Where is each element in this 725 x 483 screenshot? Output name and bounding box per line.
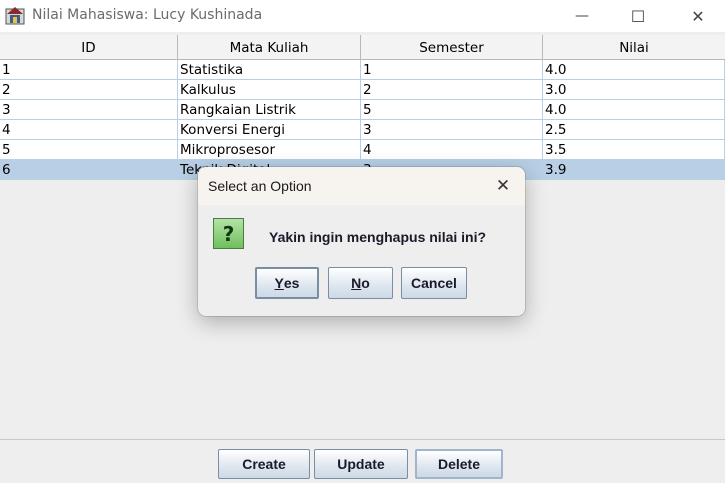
cell-id[interactable]: 4 (0, 120, 178, 139)
grades-table: ID Mata Kuliah Semester Nilai 1 Statisti… (0, 35, 725, 180)
column-header-nilai[interactable]: Nilai (543, 35, 725, 59)
cancel-button[interactable]: Cancel (401, 267, 467, 299)
cell-grade[interactable]: 3.5 (543, 140, 725, 159)
question-icon: ? (213, 218, 244, 249)
close-window-button[interactable]: ✕ (675, 0, 721, 32)
dialog-title: Select an Option (208, 178, 312, 194)
column-header-mata-kuliah[interactable]: Mata Kuliah (178, 35, 361, 59)
cell-id[interactable]: 2 (0, 80, 178, 99)
cell-semester[interactable]: 1 (361, 60, 543, 79)
cell-grade[interactable]: 3.9 (543, 160, 725, 179)
yes-button[interactable]: Yes (255, 267, 319, 299)
no-mnemonic: N (351, 275, 362, 291)
cell-course[interactable]: Rangkaian Listrik (178, 100, 361, 119)
table-row[interactable]: 3 Rangkaian Listrik 5 4.0 (0, 100, 725, 120)
table-row[interactable]: 2 Kalkulus 2 3.0 (0, 80, 725, 100)
close-icon: ✕ (495, 176, 511, 196)
title-bar: Nilai Mahasiswa: Lucy Kushinada — ☐ ✕ (0, 0, 725, 32)
no-label: o (361, 275, 370, 291)
table-row[interactable]: 1 Statistika 1 4.0 (0, 60, 725, 80)
cell-id[interactable]: 3 (0, 100, 178, 119)
yes-mnemonic: Y (274, 275, 284, 291)
cell-course[interactable]: Mikroprosesor (178, 140, 361, 159)
table-row[interactable]: 4 Konversi Energi 3 2.5 (0, 120, 725, 140)
delete-button[interactable]: Delete (415, 449, 503, 479)
java-app-icon (5, 7, 25, 25)
cell-course[interactable]: Statistika (178, 60, 361, 79)
minimize-button[interactable]: — (559, 0, 605, 32)
confirm-dialog: Select an Option ✕ ? Yakin ingin menghap… (198, 167, 525, 316)
column-header-id[interactable]: ID (0, 35, 178, 59)
cell-grade[interactable]: 4.0 (543, 60, 725, 79)
cell-id[interactable]: 5 (0, 140, 178, 159)
table-row[interactable]: 5 Mikroprosesor 4 3.5 (0, 140, 725, 160)
table-header: ID Mata Kuliah Semester Nilai (0, 35, 725, 60)
cell-grade[interactable]: 4.0 (543, 100, 725, 119)
maximize-icon: ☐ (630, 6, 646, 26)
cell-grade[interactable]: 3.0 (543, 80, 725, 99)
cell-course[interactable]: Kalkulus (178, 80, 361, 99)
dialog-close-button[interactable]: ✕ (490, 174, 516, 198)
cell-semester[interactable]: 2 (361, 80, 543, 99)
update-button[interactable]: Update (314, 449, 408, 479)
cell-semester[interactable]: 5 (361, 100, 543, 119)
create-button[interactable]: Create (218, 449, 310, 479)
cell-course[interactable]: Konversi Energi (178, 120, 361, 139)
minimize-icon: — (575, 8, 589, 24)
cell-semester[interactable]: 4 (361, 140, 543, 159)
yes-label: es (283, 275, 300, 291)
cell-grade[interactable]: 2.5 (543, 120, 725, 139)
close-icon: ✕ (691, 6, 705, 26)
column-header-semester[interactable]: Semester (361, 35, 543, 59)
cell-semester[interactable]: 3 (361, 120, 543, 139)
no-button[interactable]: No (328, 267, 393, 299)
dialog-message: Yakin ingin menghapus nilai ini? (269, 229, 487, 245)
maximize-button[interactable]: ☐ (615, 0, 661, 32)
window-title: Nilai Mahasiswa: Lucy Kushinada (32, 7, 263, 23)
cell-id[interactable]: 1 (0, 60, 178, 79)
cell-id[interactable]: 6 (0, 160, 178, 179)
